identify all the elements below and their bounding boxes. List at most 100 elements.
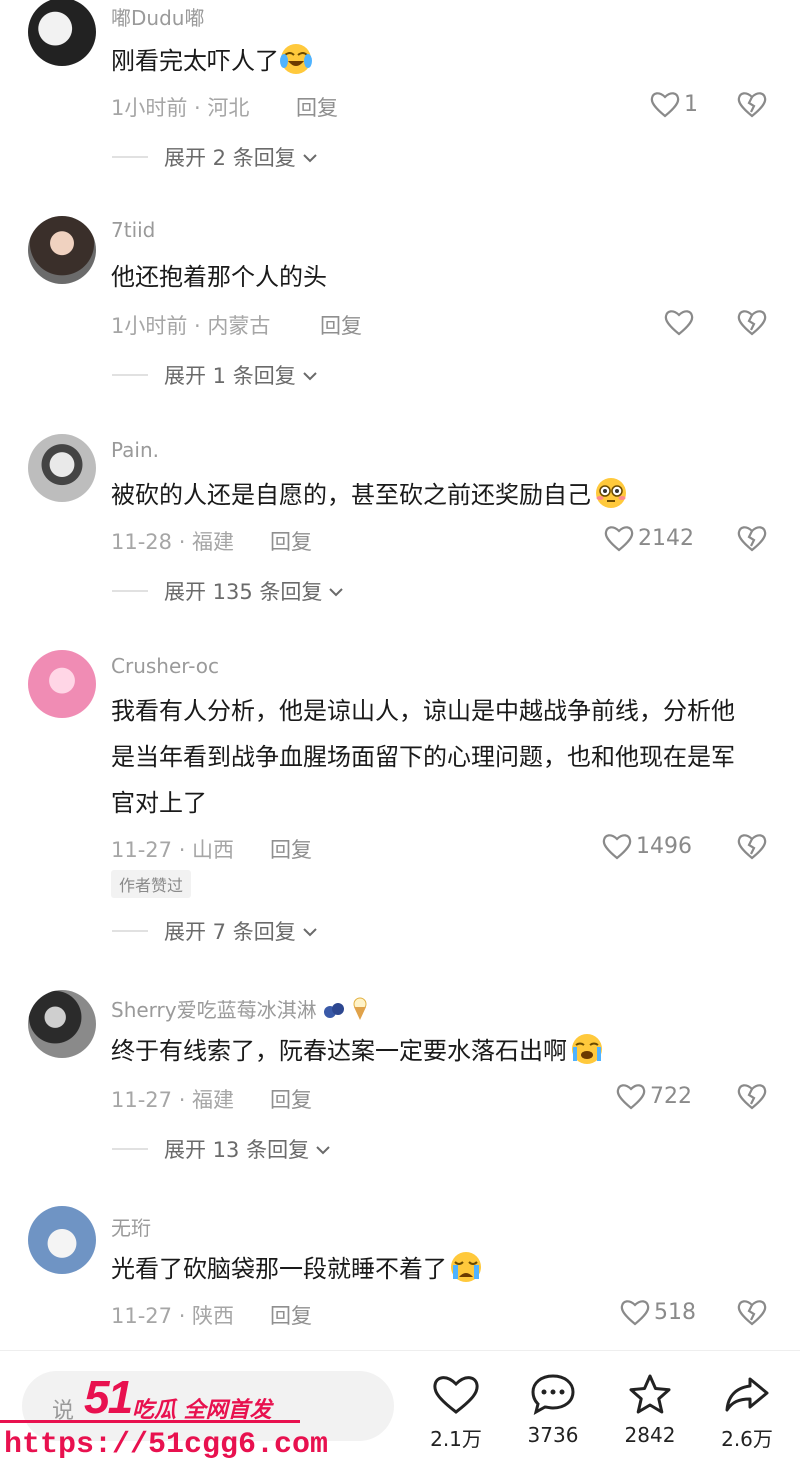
avatar[interactable] [28, 650, 96, 718]
comment-text-content: 刚看完太吓人了 [111, 47, 279, 75]
reply-button[interactable]: 回复 [270, 526, 312, 556]
expand-replies[interactable]: 展开 7 条回复 [112, 916, 318, 946]
favorite-count: 2842 [624, 1423, 676, 1447]
expand-replies-label: 展开 7 条回复 [164, 920, 296, 944]
dislike-button[interactable] [736, 1298, 768, 1326]
avatar[interactable] [28, 0, 96, 66]
like-button[interactable]: 722 [616, 1082, 692, 1110]
like-button[interactable]: 1 [650, 90, 698, 118]
like-button[interactable] [664, 308, 698, 336]
like-button[interactable]: 1496 [602, 832, 692, 860]
like-count: 518 [654, 1299, 696, 1325]
broken-heart-icon [736, 1082, 768, 1110]
heart-icon [604, 524, 634, 552]
video-like-count: 2.1万 [430, 1427, 482, 1451]
expand-replies-label: 展开 13 条回复 [164, 1138, 310, 1162]
reply-button[interactable]: 回复 [320, 310, 362, 340]
reply-button[interactable]: 回复 [296, 92, 338, 122]
comment-text-content: 被砍的人还是自愿的，甚至砍之前还奖励自己 [111, 481, 591, 509]
dislike-button[interactable] [736, 1082, 768, 1110]
broken-heart-icon [736, 832, 768, 860]
broken-heart-icon [736, 308, 768, 336]
comment-time-location: 1小时前 · 河北 [111, 96, 250, 120]
reply-button[interactable]: 回复 [270, 834, 312, 864]
comment-text: 被砍的人还是自愿的，甚至砍之前还奖励自己 [111, 472, 771, 524]
dislike-button[interactable] [736, 308, 768, 336]
like-video-button[interactable]: 2.1万 [416, 1373, 496, 1452]
divider [112, 156, 148, 158]
expand-replies-label: 展开 1 条回复 [164, 364, 296, 388]
like-button[interactable]: 518 [620, 1298, 696, 1326]
comment-time-location: 11-27 · 陕西 [111, 1304, 235, 1328]
comment-text-content: 终于有线索了，阮春达案一定要水落石出啊 [111, 1037, 567, 1065]
chevron-down-icon [302, 145, 318, 169]
comment-username[interactable]: 嘟Dudu嘟 [111, 2, 204, 31]
flushed-emoji-icon [591, 477, 631, 524]
author-liked-badge: 作者赞过 [111, 870, 192, 898]
reply-button[interactable]: 回复 [270, 1084, 312, 1114]
heart-icon [650, 90, 680, 118]
comment-username[interactable]: 无珩 [111, 1212, 151, 1241]
avatar[interactable] [28, 990, 96, 1058]
comment-username[interactable]: Pain. [111, 438, 159, 462]
expand-replies[interactable]: 展开 13 条回复 [112, 1134, 331, 1164]
expand-replies[interactable]: 展开 1 条回复 [112, 360, 318, 390]
comment-text-content: 他还抱着那个人的头 [111, 263, 327, 291]
heart-icon [664, 308, 694, 336]
divider [112, 930, 148, 932]
comment-time-location: 11-27 · 福建 [111, 1088, 235, 1112]
like-count: 1496 [636, 833, 692, 859]
dislike-button[interactable] [736, 90, 768, 118]
like-button[interactable]: 2142 [604, 524, 694, 552]
comment-username[interactable]: Crusher-oc [111, 654, 219, 678]
expand-replies[interactable]: 展开 2 条回复 [112, 142, 318, 172]
favorite-button[interactable]: 2842 [610, 1373, 690, 1447]
heart-icon [616, 1082, 646, 1110]
crying-emoji-icon [567, 1033, 607, 1080]
chevron-down-icon [315, 1137, 331, 1161]
comments-button[interactable]: 3736 [513, 1373, 593, 1447]
expand-replies[interactable]: 展开 135 条回复 [112, 576, 344, 606]
watermark: 51 吃瓜 全网首发 https://51cgg6.com [0, 1370, 330, 1467]
comment-text: 光看了砍脑袋那一段就睡不着了 [111, 1246, 771, 1298]
dislike-button[interactable] [736, 832, 768, 860]
comment-text: 我看有人分析，他是谅山人，谅山是中越战争前线，分析他是当年看到战争血腥场面留下的… [111, 688, 751, 826]
share-button[interactable]: 2.6万 [707, 1373, 787, 1452]
blueberry-icon [323, 998, 345, 1022]
watermark-underline [0, 1420, 300, 1423]
reply-button[interactable]: 回复 [270, 1300, 312, 1330]
divider [112, 590, 148, 592]
comment-text: 刚看完太吓人了 [111, 38, 771, 90]
share-count: 2.6万 [721, 1427, 773, 1451]
comment-username[interactable]: 7tiid [111, 218, 155, 242]
broken-heart-icon [736, 90, 768, 118]
comment-text-content: 光看了砍脑袋那一段就睡不着了 [111, 1255, 447, 1283]
like-count: 722 [650, 1083, 692, 1109]
dislike-button[interactable] [736, 524, 768, 552]
broken-heart-icon [736, 524, 768, 552]
comment-text: 终于有线索了，阮春达案一定要水落石出啊 [111, 1028, 771, 1080]
avatar[interactable] [28, 1206, 96, 1274]
ice-cream-icon [351, 997, 369, 1022]
like-count: 1 [684, 91, 698, 117]
comment-time-location: 11-27 · 山西 [111, 838, 235, 862]
watermark-logo: 51 [84, 1371, 133, 1423]
watermark-url: https://51cgg6.com [4, 1428, 329, 1462]
avatar[interactable] [28, 216, 96, 284]
divider [112, 374, 148, 376]
chevron-down-icon [302, 919, 318, 943]
comment-username-text: Sherry爱吃蓝莓冰淇淋 [111, 998, 317, 1022]
comment-text: 他还抱着那个人的头 [111, 254, 771, 300]
expand-replies-label: 展开 135 条回复 [164, 580, 323, 604]
crying-laugh-emoji-icon [279, 43, 313, 90]
expand-replies-label: 展开 2 条回复 [164, 146, 296, 170]
comment-username[interactable]: Sherry爱吃蓝莓冰淇淋 [111, 994, 369, 1023]
comment-time-location: 1小时前 · 内蒙古 [111, 314, 271, 338]
heart-icon [602, 832, 632, 860]
sob-emoji-icon [447, 1251, 485, 1298]
divider [112, 1148, 148, 1150]
heart-icon [620, 1298, 650, 1326]
chevron-down-icon [302, 363, 318, 387]
star-icon [627, 1374, 673, 1419]
avatar[interactable] [28, 434, 96, 502]
